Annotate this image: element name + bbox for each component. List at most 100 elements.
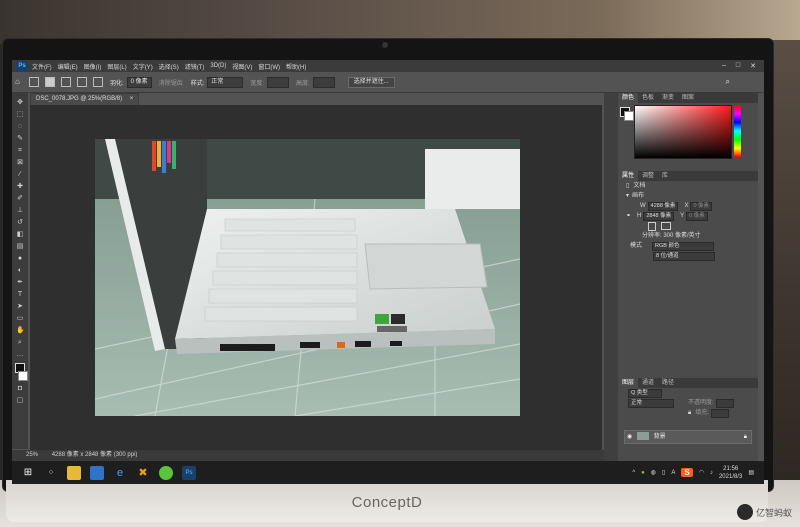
color-mode-select[interactable]: RGB 颜色 (652, 241, 715, 251)
tab-libraries[interactable]: 库 (658, 171, 672, 181)
menu-window[interactable]: 窗口(W) (258, 62, 280, 71)
canvas-y-input[interactable]: 0 像素 (686, 211, 708, 221)
wifi-icon[interactable]: ◠ (699, 469, 704, 476)
tray-lang-icon[interactable]: A (671, 470, 675, 476)
landscape-icon[interactable] (661, 222, 671, 230)
menu-filter[interactable]: 滤镜(T) (185, 62, 205, 71)
windows-start-icon[interactable]: ⊞ (21, 466, 35, 480)
menu-select[interactable]: 选择(S) (159, 62, 179, 71)
menu-image[interactable]: 图像(I) (84, 62, 102, 71)
menu-type[interactable]: 文字(Y) (133, 62, 153, 71)
canvas-height-input[interactable]: 2848 像素 (643, 211, 675, 221)
menu-edit[interactable]: 编辑(E) (58, 62, 78, 71)
subtract-selection-icon[interactable] (77, 77, 87, 87)
edge-browser-icon[interactable]: e (113, 466, 127, 480)
dodge-icon[interactable]: ◐ (16, 267, 24, 275)
bit-depth-select[interactable]: 8 位/通道 (653, 251, 715, 261)
eye-icon[interactable]: ◉ (627, 431, 632, 443)
tab-layers[interactable]: 图层 (618, 378, 639, 388)
lock-icon[interactable]: 🔒︎ (688, 408, 691, 418)
menu-help[interactable]: 帮助(H) (286, 62, 306, 71)
background-color-swatch[interactable] (18, 371, 28, 381)
select-and-mask-button[interactable]: 选择并遮住... (347, 76, 395, 88)
notification-icon[interactable]: ▤ (748, 469, 754, 476)
lasso-icon[interactable]: ◌ (16, 123, 24, 131)
hue-slider[interactable] (734, 105, 741, 157)
frame-icon[interactable]: ⊠ (16, 159, 24, 167)
canvas-area[interactable] (30, 105, 602, 450)
menu-layer[interactable]: 图层(L) (107, 62, 126, 71)
maximize-icon[interactable]: □ (736, 62, 740, 70)
tray-steam-icon[interactable]: ◍ (651, 469, 656, 476)
eyedropper-icon[interactable]: ⁄ (16, 171, 24, 179)
pen-icon[interactable]: ✒ (16, 279, 24, 287)
menu-file[interactable]: 文件(F) (32, 62, 52, 71)
gradient-icon[interactable]: ▤ (16, 243, 24, 251)
canvas-x-input[interactable]: 0 像素 (690, 201, 713, 211)
tab-gradients[interactable]: 渐变 (658, 93, 678, 103)
sogou-ime-icon[interactable]: S (681, 468, 693, 477)
hand-icon[interactable]: ✋ (16, 327, 25, 335)
quick-select-icon[interactable]: ✎ (16, 135, 24, 143)
canvas-width-input[interactable]: 4288 像素 (647, 201, 679, 211)
crop-icon[interactable]: ⌗ (16, 147, 24, 155)
tab-adjustments[interactable]: 调整 (638, 171, 658, 181)
type-icon[interactable]: T (16, 291, 24, 299)
antialias-checkbox-label[interactable]: 消除锯齿 (159, 78, 183, 87)
quick-mask-icon[interactable]: ◘ (16, 385, 24, 393)
link-icon[interactable]: ⚭ (626, 211, 631, 221)
eraser-icon[interactable]: ◧ (16, 231, 24, 239)
menu-view[interactable]: 视图(V) (232, 62, 252, 71)
brush-icon[interactable]: ✐ (16, 195, 24, 203)
more-tools-icon[interactable]: … (16, 351, 24, 359)
tray-chevron-icon[interactable]: ^ (632, 470, 635, 476)
screen-mode-icon[interactable]: ▢ (16, 397, 24, 405)
tab-channels[interactable]: 通道 (638, 378, 658, 388)
color-picker-field[interactable] (634, 105, 732, 159)
height-input[interactable] (312, 76, 335, 88)
canvas-section-header[interactable]: ▾ 画布 (618, 191, 758, 201)
mail-icon[interactable] (90, 465, 104, 480)
marquee-icon[interactable]: ⬚ (16, 111, 24, 119)
tab-color[interactable]: 颜色 (618, 93, 639, 103)
panel-background-swatch[interactable] (624, 111, 634, 121)
portrait-icon[interactable] (648, 221, 656, 231)
layer-row-background[interactable]: ◉ 背景 🔒︎ (624, 430, 752, 444)
taskbar-clock[interactable]: 21:56 2021/8/3 (719, 465, 742, 481)
tab-properties[interactable]: 属性 (618, 171, 639, 181)
add-selection-icon[interactable] (61, 77, 71, 87)
stamp-icon[interactable]: ⊥ (16, 207, 24, 215)
blur-icon[interactable]: ● (16, 255, 24, 263)
app-x-icon[interactable]: ✖ (136, 466, 150, 480)
fill-input[interactable] (710, 408, 729, 418)
tab-paths[interactable]: 路径 (658, 378, 678, 388)
search-taskbar-icon[interactable]: ○ (44, 466, 58, 480)
volume-icon[interactable]: ♪ (710, 470, 713, 476)
wechat-icon[interactable] (159, 465, 173, 480)
opacity-input[interactable] (715, 398, 734, 408)
home-icon[interactable]: ⌂ (15, 78, 23, 86)
document-info[interactable]: 4288 像素 x 2848 像素 (300 ppi) (52, 452, 138, 458)
photoshop-taskbar-icon[interactable]: Ps (182, 465, 196, 480)
blend-mode-select[interactable]: 正常 (628, 398, 674, 408)
tab-patterns[interactable]: 图案 (678, 93, 698, 103)
marquee-tool-icon[interactable] (29, 77, 39, 87)
file-explorer-icon[interactable] (67, 465, 81, 480)
minimize-icon[interactable]: – (722, 62, 726, 70)
close-tab-icon[interactable]: × (130, 96, 134, 102)
zoom-icon[interactable]: ⌕ (16, 339, 24, 347)
width-input[interactable] (267, 76, 290, 88)
rectangle-icon[interactable]: ▭ (16, 315, 24, 323)
intersect-selection-icon[interactable] (93, 77, 103, 87)
tab-swatches[interactable]: 色板 (638, 93, 658, 103)
path-select-icon[interactable]: ➤ (16, 303, 24, 311)
move-tool-icon[interactable]: ✥ (16, 99, 24, 107)
document-tab[interactable]: DSC_0078.JPG @ 25%(RGB/8) × (30, 93, 139, 105)
search-icon[interactable]: ⌕ (726, 77, 730, 87)
menu-3d[interactable]: 3D(D) (210, 63, 226, 69)
new-selection-icon[interactable] (45, 77, 55, 87)
close-icon[interactable]: ✕ (750, 62, 756, 70)
zoom-level[interactable]: 25% (26, 452, 38, 458)
tray-app-icon[interactable]: ● (641, 470, 645, 476)
feather-input[interactable]: 0 像素 (126, 76, 152, 88)
